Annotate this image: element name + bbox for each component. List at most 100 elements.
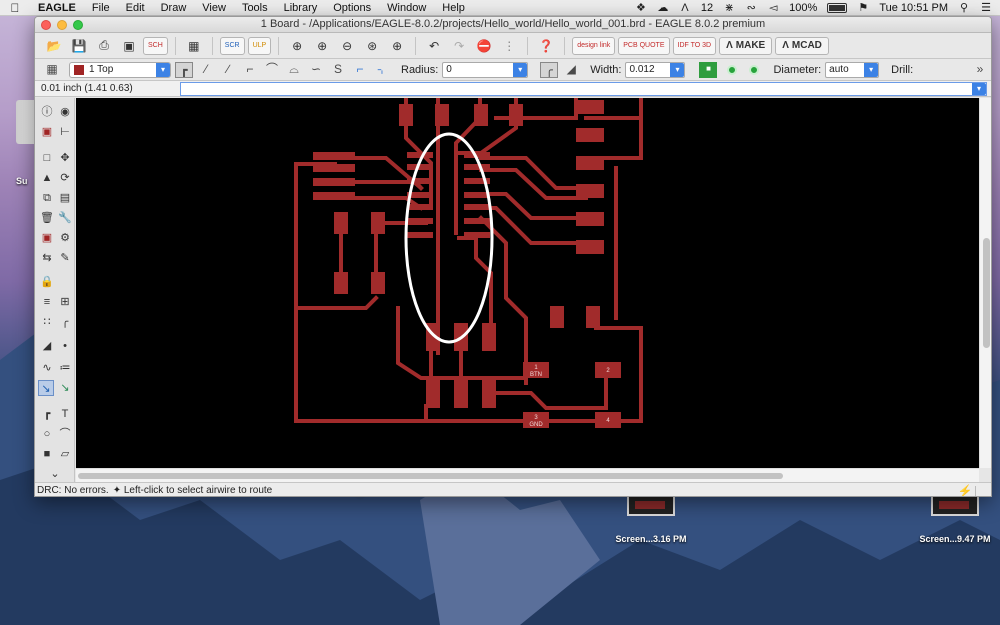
wire-icon[interactable]: ┏ [39, 406, 55, 422]
more-options-icon[interactable]: » [971, 62, 989, 78]
select-icon[interactable]: □ [39, 150, 55, 166]
via-octagon-icon[interactable] [749, 64, 760, 75]
board-canvas[interactable]: 1 BTN 2 3 GND 4 [76, 96, 979, 468]
help-icon[interactable]: ❓ [535, 36, 557, 56]
ulp-button[interactable]: ULP [247, 36, 272, 55]
menu-window[interactable]: Window [379, 2, 434, 14]
change-icon[interactable]: ✎ [57, 250, 73, 266]
mcad-button[interactable]: Λ MCAD [775, 36, 829, 55]
expand-toolbar-icon[interactable]: ⌄ [47, 466, 63, 482]
lightning-icon[interactable]: ⚡ [955, 484, 975, 497]
zoom-in-icon[interactable]: ⊕ [311, 36, 333, 56]
meander-icon[interactable]: ∿ [39, 360, 55, 376]
diameter-field[interactable]: auto ▾ [825, 61, 880, 78]
info-icon[interactable]: ⓘ [39, 104, 55, 120]
autorouter-icon[interactable]: ↘ [57, 380, 73, 396]
vertical-scrollbar[interactable] [979, 98, 991, 468]
delete-icon[interactable]: 🗑 [39, 210, 55, 226]
library-icon[interactable]: ▦ [183, 36, 205, 56]
window-titlebar[interactable]: 1 Board - /Applications/EAGLE-8.0.2/proj… [35, 17, 991, 33]
redo-icon[interactable]: ↷ [448, 36, 470, 56]
desktop-screenshot-1[interactable]: Screen...3.16 PM [606, 494, 696, 544]
via-square-icon[interactable]: ■ [699, 61, 718, 78]
open-icon[interactable]: 📂 [43, 36, 65, 56]
rectangle-icon[interactable]: ■ [39, 446, 55, 462]
idf-to-3d-button[interactable]: IDF TO 3D [672, 36, 717, 55]
horizontal-scrollbar[interactable] [76, 468, 979, 482]
zoom-out-icon[interactable]: ⊖ [336, 36, 358, 56]
menu-help[interactable]: Help [434, 2, 473, 14]
optimize-icon[interactable]: ≡ [39, 294, 55, 310]
wire-bend-3-icon[interactable]: ⌐ [241, 62, 259, 78]
copy-icon[interactable]: ⧉ [39, 190, 55, 206]
cloud-icon[interactable]: ☁ [657, 2, 669, 13]
zoom-fit-icon[interactable]: ⊕ [286, 36, 308, 56]
adobe-icon[interactable]: Λ [679, 2, 691, 13]
scroll-thumb[interactable] [983, 238, 990, 348]
paste-icon[interactable]: ▤ [57, 190, 73, 206]
battery-icon[interactable] [827, 2, 848, 13]
grid-icon[interactable]: ▦ [39, 62, 65, 78]
ripup-icon[interactable]: • [57, 338, 73, 354]
show-icon[interactable]: ◉ [57, 104, 73, 120]
flag-icon[interactable]: ⚑ [857, 2, 869, 13]
mark-icon[interactable]: ⊢ [57, 124, 73, 140]
apple-menu-icon[interactable]:  [0, 1, 30, 15]
split-icon[interactable]: ⊞ [57, 294, 73, 310]
wire-bend-6-icon[interactable]: ∽ [307, 62, 325, 78]
menu-draw[interactable]: Draw [153, 2, 195, 14]
app-menu[interactable]: EAGLE [30, 2, 84, 14]
stop-icon[interactable]: ⛔ [473, 36, 495, 56]
wire-bend-5-icon[interactable]: ⌓ [285, 62, 303, 78]
miter-straight-icon[interactable]: ◢ [562, 62, 580, 78]
polygon-icon[interactable]: ▱ [57, 446, 73, 462]
go-icon[interactable]: ⋮ [498, 36, 520, 56]
pcb-quote-button[interactable]: PCB QUOTE [618, 36, 670, 55]
width-field[interactable]: 0.012 ▾ [625, 61, 686, 78]
menu-tools[interactable]: Tools [234, 2, 276, 14]
wire-bend-9-icon[interactable]: ⌍ [373, 62, 391, 78]
menu-file[interactable]: File [84, 2, 118, 14]
make-button[interactable]: Λ MAKE [719, 36, 773, 55]
radius-field[interactable]: 0 ▾ [442, 61, 529, 78]
text-icon[interactable]: T [57, 406, 73, 422]
wire-bend-1-icon[interactable]: ⁄ [197, 62, 215, 78]
circle-icon[interactable]: ○ [39, 426, 55, 442]
scroll-thumb[interactable] [78, 473, 783, 479]
via-round-icon[interactable] [727, 64, 738, 75]
command-input[interactable]: ▾ [180, 81, 987, 96]
menu-options[interactable]: Options [325, 2, 379, 14]
script-button[interactable]: SCR [219, 36, 245, 55]
zoom-select-icon[interactable]: ⊕ [386, 36, 408, 56]
spotlight-icon[interactable]: ⚲ [958, 2, 970, 13]
menu-view[interactable]: View [194, 2, 234, 14]
menu-edit[interactable]: Edit [118, 2, 153, 14]
wire-bend-8-icon[interactable]: ⌐ [351, 62, 369, 78]
volume-icon[interactable]: ◅ [767, 2, 779, 13]
mirror-icon[interactable]: ▲ [39, 170, 55, 186]
miter-round-icon[interactable]: ╭ [540, 61, 559, 78]
arc-icon[interactable]: ⌒ [57, 426, 73, 442]
wire-bend-0-icon[interactable]: ┏ [175, 61, 193, 78]
move-icon[interactable]: ✥ [57, 150, 73, 166]
desktop-screenshot-2[interactable]: Screen...9.47 PM [912, 494, 998, 544]
miter-icon[interactable]: ╭ [57, 314, 73, 330]
menu-library[interactable]: Library [276, 2, 326, 14]
add-part-icon[interactable]: ▣ [39, 230, 55, 246]
print-icon[interactable]: ⎙ [93, 36, 115, 56]
display-layers-icon[interactable]: ▣ [39, 124, 55, 140]
bluetooth-icon[interactable]: ⋇ [723, 2, 735, 13]
wrench-icon[interactable]: 🔧 [57, 210, 73, 226]
save-icon[interactable]: 💾 [68, 36, 90, 56]
dropbox-icon[interactable]: ❖ [635, 2, 647, 13]
smash-icon[interactable]: ∷ [39, 314, 55, 330]
swap-icon[interactable]: ⇆ [39, 250, 55, 266]
lock-icon[interactable]: 🔒 [39, 274, 55, 290]
sch-button[interactable]: SCH [143, 36, 168, 55]
wire-bend-7-icon[interactable]: S [329, 62, 347, 78]
wire-bend-2-icon[interactable]: ∕ [219, 62, 237, 78]
layer-select[interactable]: 1 Top ▾ [69, 61, 171, 78]
list-icon[interactable]: ☰ [980, 2, 992, 13]
rotate-icon[interactable]: ⟳ [57, 170, 73, 186]
menu-clock[interactable]: Tue 10:51 PM [879, 2, 948, 14]
